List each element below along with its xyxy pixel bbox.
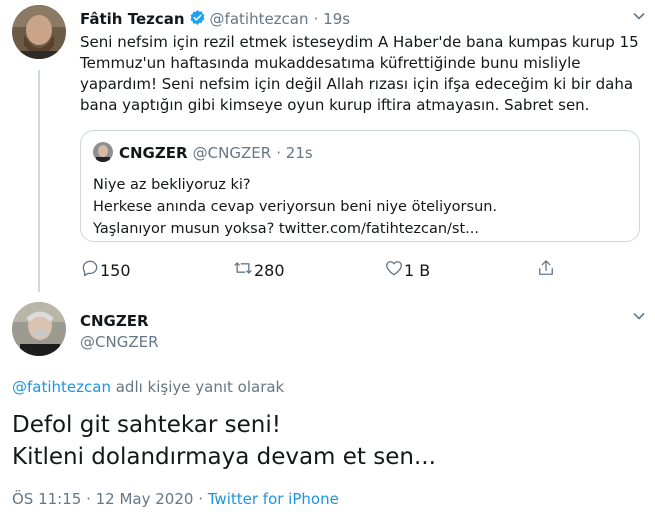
cngzer-avatar[interactable] <box>12 302 66 356</box>
reply-text: Defol git sahtekar seni! Kitleni dolandı… <box>12 412 436 470</box>
share-icon <box>536 258 556 282</box>
tweet-author-name[interactable]: Fâtih Tezcan <box>80 10 185 28</box>
retweet-button[interactable]: 280 <box>232 258 285 282</box>
reply-button[interactable]: 150 <box>80 258 131 282</box>
quote-author-avatar <box>93 142 113 162</box>
reply-count: 150 <box>100 260 131 280</box>
quoted-tweet-card[interactable]: CNGZER @CNGZER · 21s Niye az bekliyoruz … <box>80 130 640 242</box>
tweet-header: Fâtih Tezcan @fatihtezcan · 19s <box>80 9 350 30</box>
tweet-more-chevron-icon[interactable] <box>632 9 646 27</box>
reply-author-handle[interactable]: @CNGZER <box>80 333 159 351</box>
replying-to-suffix: adlı kişiye yanıt olarak <box>110 378 285 396</box>
heart-icon <box>384 258 404 282</box>
reply-author-name[interactable]: CNGZER <box>80 312 149 330</box>
thread-connector <box>38 70 40 292</box>
retweet-icon <box>232 258 254 282</box>
reply-more-chevron-icon[interactable] <box>632 309 646 327</box>
reply-meta: ÖS 11:15 · 12 May 2020 · Twitter for iPh… <box>12 490 339 508</box>
tweet-author-handle[interactable]: @fatihtezcan <box>210 10 309 28</box>
quote-text: Niye az bekliyoruz ki? Herkese anında ce… <box>93 177 498 237</box>
quote-author-handle: @CNGZER <box>192 144 272 162</box>
reply-icon <box>80 258 100 282</box>
quote-author-name: CNGZER <box>119 144 188 162</box>
tweet-time[interactable]: · 19s <box>314 10 350 28</box>
quote-header: CNGZER @CNGZER · 21s <box>119 143 313 162</box>
replying-to-line: @fatihtezcan adlı kişiye yanıt olarak <box>12 378 284 396</box>
reply-timestamp[interactable]: ÖS 11:15 · 12 May 2020 · <box>12 490 208 508</box>
fatih-tezcan-avatar[interactable] <box>12 5 66 59</box>
tweet-text: Seni nefsim için rezil etmek isteseydim … <box>80 33 639 114</box>
verified-badge-icon <box>189 9 206 30</box>
reply-source-link[interactable]: Twitter for iPhone <box>208 490 339 508</box>
share-button[interactable] <box>536 258 556 282</box>
like-count: 1 B <box>404 260 431 280</box>
like-button[interactable]: 1 B <box>384 258 430 282</box>
retweet-count: 280 <box>254 260 285 280</box>
quote-time: · 21s <box>276 144 313 162</box>
replying-to-mention[interactable]: @fatihtezcan <box>12 378 111 396</box>
